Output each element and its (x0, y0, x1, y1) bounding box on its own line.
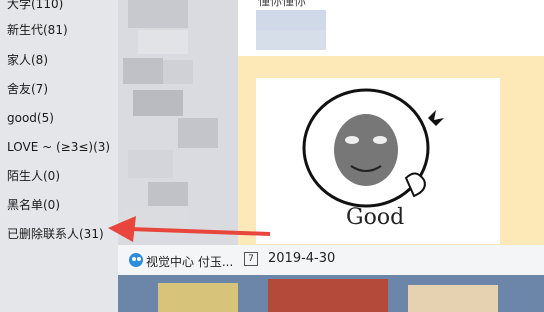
annotation-arrow (108, 216, 271, 242)
